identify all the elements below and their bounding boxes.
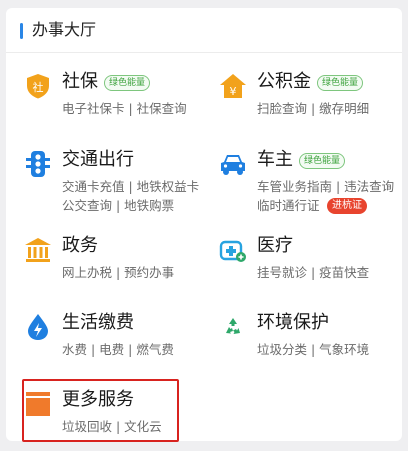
service-name: 政务 [62,235,98,256]
medical-cross-icon [219,240,246,262]
service-name: 环境保护 [257,312,329,333]
shield-icon: 社 [27,74,49,99]
traffic-light-icon [26,151,50,177]
service-name: 生活缴费 [62,312,134,333]
service-links[interactable]: 垃圾分类 | 气象环境 [257,341,369,359]
entry-permit-badge[interactable]: 进杭证 [327,198,367,214]
green-energy-badge: 绿色能量 [104,75,151,91]
header-divider [6,52,402,53]
service-links[interactable]: 交通卡充值 | 地铁权益卡 [62,178,199,196]
service-medical[interactable]: 医疗 挂号就诊 | 疫苗快查 [219,234,389,282]
service-car-owner[interactable]: 车主 绿色能量 车管业务指南 | 违法查询 临时通行证 进杭证 [219,148,402,214]
section-title: 办事大厅 [32,20,97,39]
service-transport[interactable]: 交通出行 交通卡充值 | 地铁权益卡 公交查询 | 地铁购票 [24,148,214,214]
service-links[interactable]: 扫脸查询 | 缴存明细 [257,100,369,118]
service-government[interactable]: 政务 网上办税 | 预约办事 [24,234,194,282]
government-building-icon [25,238,51,262]
service-name: 社保 [62,71,98,92]
service-links[interactable]: 网上办税 | 预约办事 [62,264,174,282]
svg-text:社: 社 [33,80,44,94]
section-header: 办事大厅 [6,8,402,52]
service-links[interactable]: 临时通行证 [257,197,320,215]
service-links[interactable]: 水费 | 电费 | 燃气费 [62,341,174,359]
service-links[interactable]: 挂号就诊 | 疫苗快查 [257,264,369,282]
service-links[interactable]: 车管业务指南 | 违法查询 [257,178,394,196]
service-housing-fund[interactable]: ¥ 公积金 绿色能量 扫脸查询 | 缴存明细 [219,70,399,118]
green-energy-badge: 绿色能量 [299,153,346,169]
service-environment[interactable]: 环境保护 垃圾分类 | 气象环境 [219,311,389,359]
recycle-icon [226,318,240,334]
water-drop-icon [28,314,48,340]
service-links[interactable]: 公交查询 | 地铁购票 [62,197,174,215]
car-icon [221,155,245,175]
highlight-box [22,379,179,442]
header-accent-bar [20,23,23,39]
green-energy-badge: 绿色能量 [317,75,364,91]
house-yen-icon: ¥ [220,74,246,98]
service-name: 车主 [257,149,293,170]
service-utility-bills[interactable]: 生活缴费 水费 | 电费 | 燃气费 [24,311,194,359]
service-links[interactable]: 电子社保卡 | 社保查询 [62,100,187,118]
service-name: 公积金 [257,71,311,92]
service-name: 医疗 [257,235,293,256]
service-hall-card: 办事大厅 社 社保 绿色能量 电子社保卡 | 社保查询 ¥ 公积金 绿色能量 扫… [6,8,402,442]
svg-text:¥: ¥ [230,85,237,98]
service-social-security[interactable]: 社 社保 绿色能量 电子社保卡 | 社保查询 [24,70,194,118]
service-name: 交通出行 [62,149,134,170]
